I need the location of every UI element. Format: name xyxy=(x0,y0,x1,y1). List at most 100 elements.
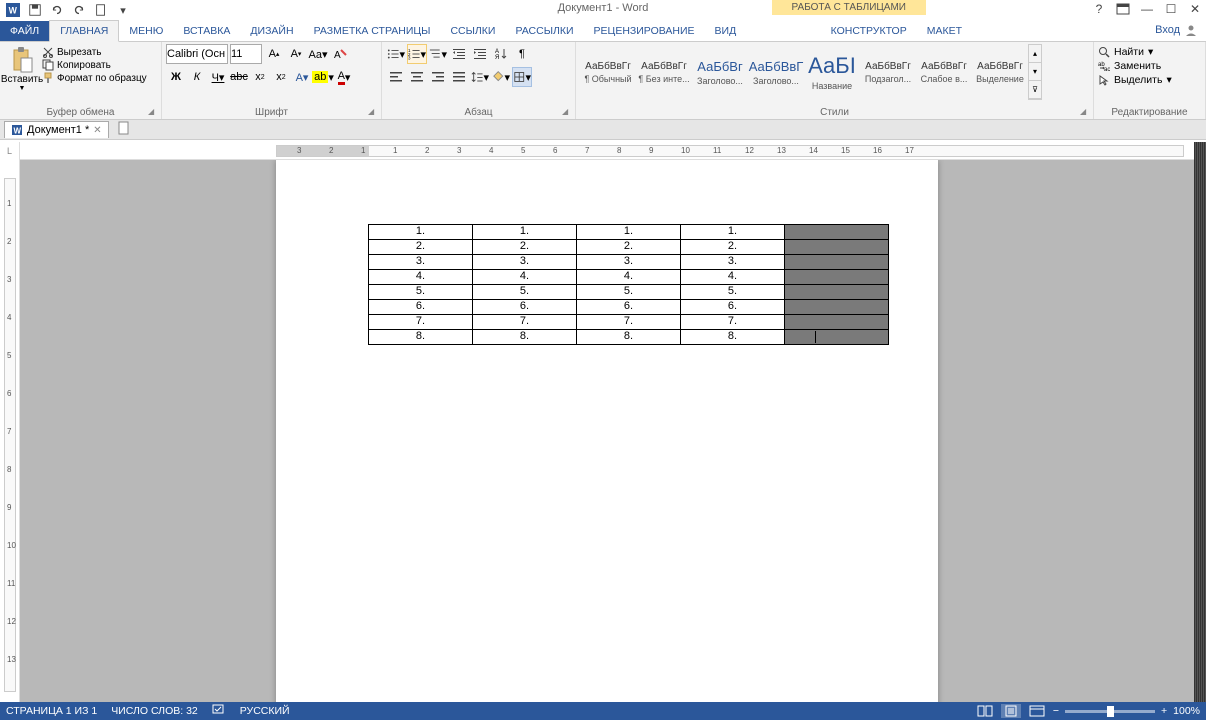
tab-review[interactable]: РЕЦЕНЗИРОВАНИЕ xyxy=(584,21,705,41)
tab-design[interactable]: ДИЗАЙН xyxy=(240,21,303,41)
style-item-0[interactable]: АаБбВвГг¶ Обычный xyxy=(580,44,636,100)
zoom-slider[interactable] xyxy=(1065,710,1155,713)
document-table[interactable]: 1.1.1.1.2.2.2.2.3.3.3.3.4.4.4.4.5.5.5.5.… xyxy=(368,224,889,345)
table-cell[interactable]: 4. xyxy=(577,270,681,285)
status-words[interactable]: ЧИСЛО СЛОВ: 32 xyxy=(111,705,198,717)
table-row[interactable]: 1.1.1.1. xyxy=(369,225,889,240)
table-cell[interactable]: 2. xyxy=(577,240,681,255)
find-button[interactable]: Найти ▾ xyxy=(1098,46,1201,58)
numbering-button[interactable]: 123▾ xyxy=(407,44,427,64)
table-cell[interactable]: 8. xyxy=(577,330,681,345)
table-cell[interactable] xyxy=(785,240,889,255)
table-row[interactable]: 6.6.6.6. xyxy=(369,300,889,315)
style-item-5[interactable]: АаБбВвГгПодзагол... xyxy=(860,44,916,100)
replace-button[interactable]: abacЗаменить xyxy=(1098,60,1201,72)
borders-button[interactable]: ▾ xyxy=(512,67,532,87)
view-web-layout[interactable] xyxy=(1027,704,1047,718)
table-cell[interactable]: 4. xyxy=(473,270,577,285)
style-item-7[interactable]: АаБбВвГгВыделение xyxy=(972,44,1028,100)
table-cell[interactable]: 1. xyxy=(369,225,473,240)
table-cell[interactable]: 6. xyxy=(369,300,473,315)
table-cell[interactable]: 8. xyxy=(681,330,785,345)
paragraph-dialog-launcher[interactable]: ◢ xyxy=(562,107,572,117)
shading-button[interactable]: ▾ xyxy=(491,67,511,87)
highlight-button[interactable]: ab▾ xyxy=(313,67,333,87)
table-cell[interactable]: 5. xyxy=(369,285,473,300)
table-cell[interactable] xyxy=(785,285,889,300)
table-cell[interactable] xyxy=(785,330,889,345)
style-item-4[interactable]: АаБІНазвание xyxy=(804,44,860,100)
align-left-button[interactable] xyxy=(386,67,406,87)
table-cell[interactable]: 3. xyxy=(577,255,681,270)
style-item-3[interactable]: АаБбВвГЗаголово... xyxy=(748,44,804,100)
show-hide-button[interactable]: ¶ xyxy=(512,44,532,64)
tab-view[interactable]: ВИД xyxy=(705,21,747,41)
view-read-mode[interactable] xyxy=(975,704,995,718)
increase-indent-button[interactable] xyxy=(470,44,490,64)
table-cell[interactable]: 8. xyxy=(369,330,473,345)
table-cell[interactable]: 7. xyxy=(369,315,473,330)
table-cell[interactable]: 4. xyxy=(369,270,473,285)
cut-button[interactable]: Вырезать xyxy=(42,46,147,58)
style-item-1[interactable]: АаБбВвГг¶ Без инте... xyxy=(636,44,692,100)
table-row[interactable]: 2.2.2.2. xyxy=(369,240,889,255)
maximize-button[interactable]: ☐ xyxy=(1160,0,1182,18)
table-cell[interactable]: 3. xyxy=(369,255,473,270)
zoom-level[interactable]: 100% xyxy=(1173,705,1200,717)
table-cell[interactable]: 7. xyxy=(681,315,785,330)
view-print-layout[interactable] xyxy=(1001,704,1021,718)
table-cell[interactable]: 4. xyxy=(681,270,785,285)
horizontal-ruler[interactable]: 3211234567891011121314151617 xyxy=(20,142,1194,160)
new-doc-button[interactable] xyxy=(92,1,110,19)
new-tab-button[interactable] xyxy=(113,119,135,140)
shrink-font-button[interactable]: A▾ xyxy=(286,44,306,64)
table-cell[interactable]: 2. xyxy=(473,240,577,255)
table-cell[interactable] xyxy=(785,225,889,240)
status-page[interactable]: СТРАНИЦА 1 ИЗ 1 xyxy=(6,705,97,717)
paste-button[interactable]: Вставить ▼ xyxy=(4,44,40,94)
ribbon-display-options[interactable] xyxy=(1112,0,1134,18)
font-name-select[interactable] xyxy=(166,44,228,64)
table-row[interactable]: 7.7.7.7. xyxy=(369,315,889,330)
vertical-ruler[interactable]: 12345678910111213 xyxy=(0,160,20,702)
tab-references[interactable]: ССЫЛКИ xyxy=(440,21,505,41)
italic-button[interactable]: К xyxy=(187,67,207,87)
table-cell[interactable] xyxy=(785,315,889,330)
font-size-select[interactable] xyxy=(230,44,262,64)
ruler-corner[interactable]: L xyxy=(0,142,20,160)
font-dialog-launcher[interactable]: ◢ xyxy=(368,107,378,117)
font-color-button[interactable]: A▾ xyxy=(334,67,354,87)
gallery-nav-more[interactable]: ⊽ xyxy=(1029,81,1041,99)
table-cell[interactable]: 1. xyxy=(473,225,577,240)
table-cell[interactable] xyxy=(785,255,889,270)
multilevel-list-button[interactable]: ▾ xyxy=(428,44,448,64)
clipboard-dialog-launcher[interactable]: ◢ xyxy=(148,107,158,117)
document-area[interactable]: 1.1.1.1.2.2.2.2.3.3.3.3.4.4.4.4.5.5.5.5.… xyxy=(20,160,1194,702)
bullets-button[interactable]: ▾ xyxy=(386,44,406,64)
zoom-out-button[interactable]: − xyxy=(1053,705,1059,717)
tab-mailings[interactable]: РАССЫЛКИ xyxy=(505,21,583,41)
strikethrough-button[interactable]: abc xyxy=(229,67,249,87)
clear-formatting-button[interactable]: A xyxy=(330,44,350,64)
tab-table-constructor[interactable]: КОНСТРУКТОР xyxy=(821,21,917,41)
table-cell[interactable]: 8. xyxy=(473,330,577,345)
table-cell[interactable]: 6. xyxy=(577,300,681,315)
text-effects-button[interactable]: A▾ xyxy=(292,67,312,87)
help-button[interactable]: ? xyxy=(1088,0,1110,18)
align-right-button[interactable] xyxy=(428,67,448,87)
tab-page-layout[interactable]: РАЗМЕТКА СТРАНИЦЫ xyxy=(304,21,441,41)
format-painter-button[interactable]: Формат по образцу xyxy=(42,72,147,84)
gallery-nav-down[interactable]: ▾ xyxy=(1029,63,1041,81)
minimize-button[interactable]: — xyxy=(1136,0,1158,18)
save-button[interactable] xyxy=(26,1,44,19)
account-signin[interactable]: Вход xyxy=(1147,19,1206,41)
styles-dialog-launcher[interactable]: ◢ xyxy=(1080,107,1090,117)
decrease-indent-button[interactable] xyxy=(449,44,469,64)
table-cell[interactable]: 7. xyxy=(577,315,681,330)
qa-customize-button[interactable]: ▾ xyxy=(114,1,132,19)
close-button[interactable]: ✕ xyxy=(1184,0,1206,18)
tab-insert[interactable]: ВСТАВКА xyxy=(173,21,240,41)
table-cell[interactable] xyxy=(785,300,889,315)
justify-button[interactable] xyxy=(449,67,469,87)
table-cell[interactable]: 1. xyxy=(577,225,681,240)
